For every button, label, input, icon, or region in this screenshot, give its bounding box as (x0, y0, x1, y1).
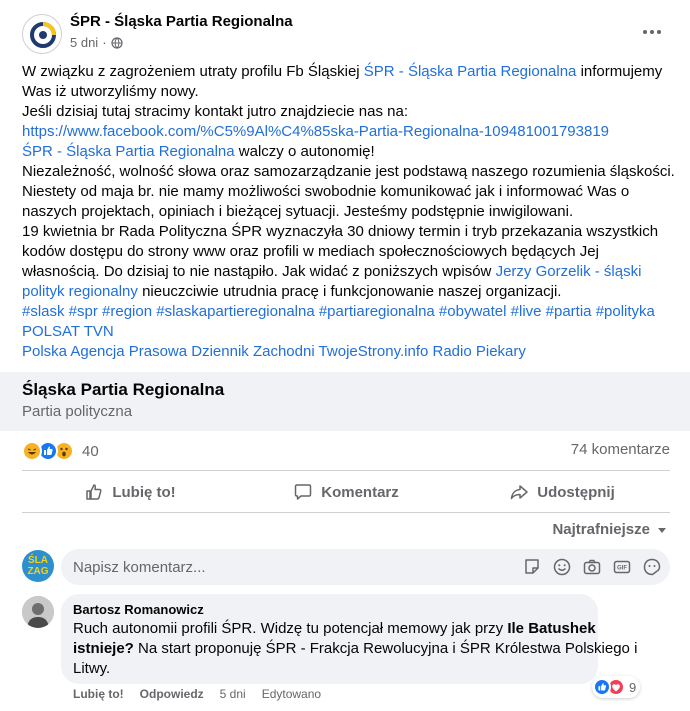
gif-icon[interactable]: GIF (612, 557, 632, 577)
comment-button[interactable]: Komentarz (238, 476, 454, 508)
caret-down-icon (658, 527, 666, 533)
post-text: nieuczciwie utrudnia pracę i funkcjonowa… (137, 283, 562, 300)
page-link[interactable]: ŚPR - Śląska Partia Regionalna (364, 63, 577, 80)
comment-like-button[interactable]: Lubię to! (73, 687, 124, 701)
post-body: W związku z zagrożeniem utraty profilu F… (22, 62, 675, 362)
page-logo[interactable] (22, 14, 62, 54)
share-button[interactable]: Udostępnij (454, 476, 670, 508)
person-link[interactable]: Jerzy Gorzelik - śląski (496, 263, 642, 280)
comment-reactions[interactable]: 9 (592, 676, 641, 698)
post-text: informujemy (576, 63, 663, 80)
post-text: Was iż utworzyliśmy nowy. (22, 83, 199, 100)
comment-reaction-count: 9 (629, 679, 637, 695)
post-actions: Lubię to! Komentarz Udostępnij (22, 476, 670, 508)
comment-input[interactable]: Napisz komentarz... GIF (61, 549, 670, 585)
post-header: ŚPR - Śląska Partia Regionalna 5 dni · (0, 0, 690, 60)
post-text: Niestety od maja br. nie mamy możliwości… (22, 183, 630, 200)
post-text: 19 kwietnia br Rada Polityczna ŚPR wyzna… (22, 223, 659, 240)
more-horizontal-icon (643, 30, 661, 34)
comment-sort-dropdown[interactable]: Najtrafniejsze (552, 521, 668, 538)
comment-mention[interactable]: Ile Batushek (507, 620, 595, 637)
sticker-icon[interactable] (522, 557, 542, 577)
comment-icon (294, 484, 312, 500)
share-icon (511, 485, 528, 500)
comment-bubble: Bartosz Romanowicz Ruch autonomii profil… (61, 594, 638, 684)
person-link[interactable]: polityk regionalny (22, 283, 138, 300)
post-meta: 5 dni · (70, 35, 123, 50)
divider (22, 512, 670, 513)
share-button-label: Udostępnij (537, 483, 615, 501)
profile-url-link[interactable]: https://www.facebook.com/%C5%9Al%C4%85sk… (22, 122, 672, 142)
link-card-subtitle: Partia polityczna (22, 403, 133, 420)
post-text: Niezależność, wolność słowa oraz samozar… (22, 163, 675, 180)
comment-input-tools: GIF (522, 557, 662, 577)
like-icon (593, 678, 611, 696)
post-text: własnością. Do dzisiaj to nie nastąpiło.… (22, 263, 496, 280)
thumbs-up-icon (86, 484, 102, 500)
comments-count[interactable]: 74 komentarze (571, 441, 670, 458)
tagged-pages[interactable]: POLSAT TVN (22, 322, 672, 342)
svg-text:GIF: GIF (617, 566, 627, 572)
camera-icon[interactable] (582, 557, 602, 577)
comment-actions: Lubię to! Odpowiedz 5 dni Edytowano (73, 687, 321, 701)
commenter-avatar[interactable] (22, 596, 54, 628)
haha-icon (22, 441, 42, 461)
comment-edited: Edytowano (261, 687, 322, 701)
emoji-icon[interactable] (552, 557, 572, 577)
avatar-sticker-icon[interactable] (642, 557, 662, 577)
comment-mention[interactable]: istnieje? (73, 640, 134, 657)
reactions-summary[interactable]: 40 (22, 440, 99, 462)
globe-icon (110, 36, 123, 49)
comment-placeholder: Napisz komentarz... (73, 559, 206, 576)
like-button[interactable]: Lubię to! (22, 476, 238, 508)
post-time[interactable]: 5 dni (70, 35, 98, 50)
tagged-pages[interactable]: Polska Agencja Prasowa Dziennik Zachodni… (22, 342, 672, 362)
comment-text: Ruch autonomii profili ŚPR. Widzę tu pot… (73, 620, 638, 677)
page-link-card[interactable]: Śląska Partia Regionalna Partia politycz… (0, 372, 690, 431)
post-text: W związku z zagrożeniem utraty profilu F… (22, 63, 364, 80)
meta-dot: · (102, 35, 107, 50)
post-text: naszych projektach, opiniach i bieżącej … (22, 203, 574, 220)
page-link[interactable]: ŚPR - Śląska Partia Regionalna (22, 143, 235, 160)
link-card-title: Śląska Partia Regionalna (22, 380, 225, 399)
post-text: walczy o autonomię! (234, 143, 375, 160)
sort-label: Najtrafniejsze (552, 521, 650, 538)
comment-button-label: Komentarz (321, 483, 399, 501)
post-text: kodów dostępu do strony www oraz profili… (22, 243, 599, 260)
comment-time[interactable]: 5 dni (220, 687, 246, 701)
like-button-label: Lubię to! (112, 483, 176, 501)
hashtags[interactable]: #slask #spr #region #slaskapartieregiona… (22, 302, 672, 322)
comment-author[interactable]: Bartosz Romanowicz (73, 602, 204, 617)
divider (22, 470, 670, 471)
comment-reply-button[interactable]: Odpowiedz (140, 687, 204, 701)
more-options-button[interactable] (640, 20, 664, 44)
page-name[interactable]: ŚPR - Śląska Partia Regionalna (70, 13, 293, 30)
post-text: Jeśli dzisiaj tutaj stracimy kontakt jut… (22, 103, 409, 120)
current-user-avatar[interactable]: ŚLA ZAG (22, 550, 54, 582)
reaction-count: 40 (82, 442, 99, 460)
